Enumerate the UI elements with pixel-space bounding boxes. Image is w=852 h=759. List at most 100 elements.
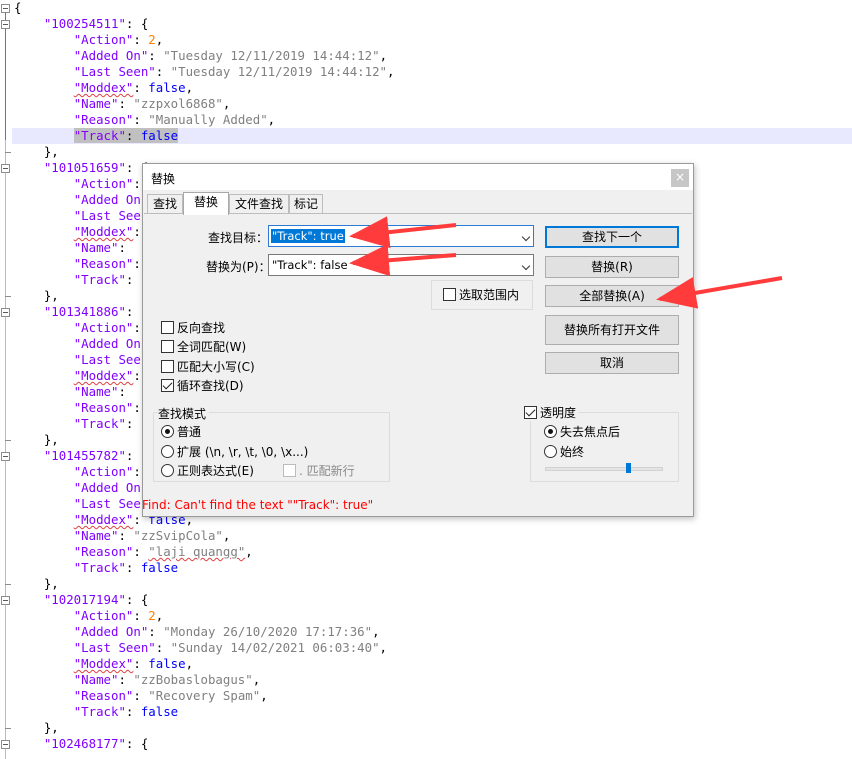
code-line[interactable]: "Moddex": false, xyxy=(14,656,193,672)
code-line[interactable]: "Reason": xyxy=(14,256,148,272)
code-line[interactable]: "Action": xyxy=(14,320,148,336)
dot-newline-label: . 匹配新行 xyxy=(299,464,355,478)
transparency-checkbox[interactable]: 透明度 xyxy=(524,406,580,421)
json-key: "Reason" xyxy=(73,256,134,271)
radio-icon xyxy=(161,445,174,458)
json-key: "Track" xyxy=(73,704,126,719)
code-line[interactable]: "Reason": xyxy=(14,400,148,416)
code-token: : xyxy=(125,128,141,143)
find-input[interactable]: "Track": true xyxy=(268,225,534,247)
replace-button[interactable]: 替换(R) xyxy=(545,256,679,278)
whole-word-checkbox[interactable]: 全词匹配(W) xyxy=(161,340,246,355)
transparency-slider[interactable] xyxy=(545,467,663,471)
code-line[interactable]: { xyxy=(14,0,21,16)
code-line[interactable]: "100254511": { xyxy=(14,16,148,32)
close-button[interactable]: × xyxy=(671,169,689,187)
replace-input-value: "Track": false xyxy=(272,258,348,272)
code-line[interactable]: "Moddex": false, xyxy=(14,80,193,96)
code-line[interactable]: "Added On": xyxy=(14,480,163,496)
fold-toggle-icon[interactable] xyxy=(1,164,10,173)
fold-toggle-icon[interactable] xyxy=(1,308,10,317)
tab-find[interactable]: 查找 xyxy=(147,194,183,214)
code-line[interactable]: "Name": "zzBobaslobagus", xyxy=(14,672,261,688)
code-line[interactable]: "Name": "zzpxol6868", xyxy=(14,96,231,112)
tab-find-in-files[interactable]: 文件查找 xyxy=(229,194,289,214)
code-line[interactable]: "102468177": { xyxy=(14,736,148,752)
code-line[interactable]: "101051659": { xyxy=(14,160,148,176)
replace-all-button[interactable]: 全部替换(A) xyxy=(545,285,679,307)
code-line[interactable]: "102017194": { xyxy=(14,592,148,608)
code-line[interactable]: "Added On": "Monday 26/10/2020 17:17:36"… xyxy=(14,624,380,640)
json-key: "Last Seen" xyxy=(73,64,156,79)
fold-toggle-icon[interactable] xyxy=(1,20,10,29)
json-value: false xyxy=(148,656,186,671)
fold-toggle-icon[interactable] xyxy=(1,740,10,749)
code-line[interactable]: "101341886": { xyxy=(14,304,148,320)
fold-guide xyxy=(5,140,6,759)
code-line[interactable]: "Track": false xyxy=(14,560,178,576)
tab-mark[interactable]: 标记 xyxy=(289,194,323,214)
code-line[interactable]: "Last Seen": "Tuesday 12/11/2019 14:44:1… xyxy=(14,64,395,80)
slider-thumb[interactable] xyxy=(625,463,631,473)
chevron-down-icon[interactable] xyxy=(521,232,531,242)
code-line[interactable]: "Reason": "Recovery Spam", xyxy=(14,688,268,704)
code-line[interactable]: "Track": xyxy=(14,416,141,432)
code-token: : xyxy=(133,656,149,671)
replace-all-open-files-button[interactable]: 替换所有打开文件 xyxy=(545,315,679,345)
json-value: false xyxy=(140,128,179,143)
on-lose-focus-radio[interactable]: 失去焦点后 xyxy=(544,425,620,440)
tab-replace[interactable]: 替换 xyxy=(183,192,229,215)
code-line[interactable]: "Moddex": xyxy=(14,368,148,384)
dot-newline-checkbox[interactable]: . 匹配新行 xyxy=(283,464,355,479)
code-line[interactable]: "Added On": "Tuesday 12/11/2019 14:44:12… xyxy=(14,48,387,64)
mode-regex-radio[interactable]: 正则表达式(E) xyxy=(161,464,254,479)
dialog-titlebar[interactable]: 替换 × xyxy=(143,164,693,190)
code-token: , xyxy=(379,640,388,655)
code-line[interactable]: }, xyxy=(14,144,59,160)
code-line[interactable]: "Action": 2, xyxy=(14,608,164,624)
wrap-around-checkbox[interactable]: 循环查找(D) xyxy=(161,379,244,394)
find-next-button[interactable]: 查找下一个 xyxy=(545,226,679,248)
code-line[interactable]: "Action": 2, xyxy=(14,32,164,48)
code-line[interactable]: }, xyxy=(14,288,59,304)
code-line[interactable]: "Track": false xyxy=(14,704,178,720)
find-label: 查找目标： xyxy=(208,231,269,245)
code-line[interactable]: }, xyxy=(14,432,59,448)
code-line[interactable]: "Action": xyxy=(14,464,148,480)
code-line[interactable]: "Action": 2, xyxy=(14,176,164,192)
code-line[interactable]: "Last Seen": "Sunday 14/02/2021 06:03:40… xyxy=(14,640,387,656)
code-line[interactable]: "Added On": xyxy=(14,192,163,208)
code-line[interactable]: "Moddex": xyxy=(14,224,148,240)
fold-toggle-icon[interactable] xyxy=(1,452,10,461)
code-token: , xyxy=(155,32,164,47)
code-line[interactable]: "Reason": "laji quangg", xyxy=(14,544,253,560)
match-case-checkbox[interactable]: 匹配大小写(C) xyxy=(161,360,255,375)
json-key: "Action" xyxy=(73,176,134,191)
code-line[interactable]: "Reason": "Manually Added", xyxy=(14,112,275,128)
code-line[interactable]: "Name": xyxy=(14,384,133,400)
code-line[interactable]: }, xyxy=(14,720,59,736)
json-value: "Manually Added" xyxy=(148,112,268,127)
code-line[interactable]: "Name": xyxy=(14,240,133,256)
code-line[interactable]: "Track": xyxy=(14,272,141,288)
fold-toggle-icon[interactable] xyxy=(1,4,10,13)
always-radio[interactable]: 始终 xyxy=(544,445,584,460)
fold-toggle-icon[interactable] xyxy=(1,596,10,605)
mode-normal-radio[interactable]: 普通 xyxy=(161,425,201,440)
code-line[interactable]: "101455782": { xyxy=(14,448,148,464)
in-selection-checkbox[interactable]: 选取范围内 xyxy=(443,288,519,303)
code-line[interactable]: "Name": "zzSvipCola", xyxy=(14,528,231,544)
json-value: "zzpxol6868" xyxy=(133,96,223,111)
replace-input[interactable]: "Track": false xyxy=(268,254,534,276)
chevron-down-icon[interactable] xyxy=(521,261,531,271)
mode-extended-radio[interactable]: 扩展 (\n, \r, \t, \0, \x...) xyxy=(161,445,308,460)
code-line[interactable]: "Added On": xyxy=(14,336,163,352)
code-line[interactable]: "Track": false xyxy=(12,128,852,144)
cancel-button[interactable]: 取消 xyxy=(545,352,679,374)
backward-checkbox[interactable]: 反向查找 xyxy=(161,321,225,336)
code-token: , xyxy=(245,544,253,559)
code-line[interactable]: }, xyxy=(14,576,59,592)
json-key: "Track" xyxy=(73,128,126,143)
json-value: false xyxy=(148,80,186,95)
radio-selected-icon xyxy=(161,425,174,438)
